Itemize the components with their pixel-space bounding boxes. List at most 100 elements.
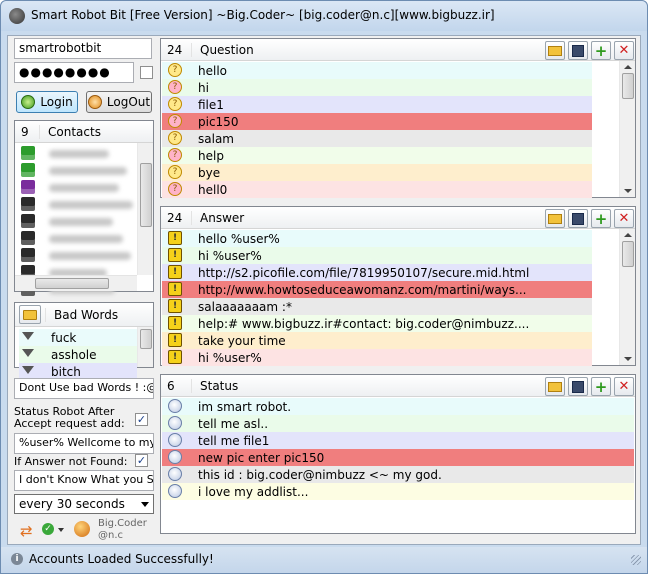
contacts-vscrollbar[interactable] xyxy=(137,143,153,275)
questions-vscrollbar[interactable] xyxy=(619,61,635,197)
title-bar[interactable]: Smart Robot Bit [Free Version] ~Big.Code… xyxy=(1,1,647,31)
question-bubble-icon: ? xyxy=(168,182,182,196)
info-icon: i xyxy=(11,553,23,565)
statuses-save-button[interactable] xyxy=(568,377,588,396)
statuses-row[interactable]: new pic enter pic150 xyxy=(162,449,634,466)
password-input[interactable]: ●●●●●●●● xyxy=(14,62,134,83)
question-bubble-icon: ? xyxy=(168,97,182,111)
answers-save-button[interactable] xyxy=(568,209,588,228)
questions-add-button[interactable]: + xyxy=(591,41,611,60)
contact-name-redacted xyxy=(49,150,109,158)
questions-row[interactable]: ? salam xyxy=(162,130,592,147)
statuses-delete-button[interactable]: ✕ xyxy=(614,377,634,396)
questions-row[interactable]: ? hell0 xyxy=(162,181,592,198)
status-check-icon xyxy=(168,399,182,413)
status-after-accept-label-line2: Accept request add: xyxy=(14,417,125,430)
folder-icon xyxy=(548,381,562,392)
questions-delete-button[interactable]: ✕ xyxy=(614,41,634,60)
answers-delete-button[interactable]: ✕ xyxy=(614,209,634,228)
bad-words-vscrollbar[interactable] xyxy=(137,327,153,367)
resize-grip-icon[interactable] xyxy=(631,555,641,565)
plus-icon: + xyxy=(594,41,608,60)
bad-word-item[interactable]: asshole xyxy=(19,346,137,363)
contact-item[interactable] xyxy=(19,213,139,230)
contacts-scroll-thumb[interactable] xyxy=(140,163,152,227)
scroll-down-arrow-icon[interactable] xyxy=(624,189,632,193)
scroll-down-arrow-icon[interactable] xyxy=(624,357,632,361)
scroll-up-arrow-icon[interactable] xyxy=(624,65,632,69)
status-bar: i Accounts Loaded Successfully! xyxy=(1,547,647,573)
contact-item[interactable] xyxy=(19,162,139,179)
contact-item[interactable] xyxy=(19,179,139,196)
answers-row[interactable]: ! hello %user% xyxy=(162,230,592,247)
questions-row[interactable]: ? file1 xyxy=(162,96,592,113)
interval-select[interactable]: every 30 seconds xyxy=(14,494,154,514)
contacts-hscroll-thumb[interactable] xyxy=(35,278,109,289)
questions-row[interactable]: ? help xyxy=(162,147,592,164)
close-icon: ✕ xyxy=(618,211,630,226)
status-after-accept-checkbox[interactable]: ✓ xyxy=(135,413,148,426)
answers-row[interactable]: ! hi %user% xyxy=(162,349,592,366)
answers-open-button[interactable] xyxy=(545,209,565,228)
author-avatar xyxy=(74,521,90,537)
remember-checkbox[interactable] xyxy=(140,66,153,79)
plus-icon: + xyxy=(594,209,608,228)
statuses-add-button[interactable]: + xyxy=(591,377,611,396)
bad-words-warning-input[interactable]: Dont Use bad Words ! :@ ... xyxy=(14,378,154,399)
question-bubble-icon: ? xyxy=(168,80,182,94)
contact-item[interactable] xyxy=(19,196,139,213)
user-icon xyxy=(21,146,35,160)
username-input[interactable]: smartrobotbit xyxy=(14,38,152,59)
questions-open-button[interactable] xyxy=(545,41,565,60)
status-dropdown-arrow-icon[interactable] xyxy=(58,528,64,532)
questions-header: 24 Question + ✕ xyxy=(161,39,635,61)
no-answer-checkbox[interactable]: ✓ xyxy=(135,454,148,467)
contacts-hscrollbar[interactable] xyxy=(15,275,137,291)
questions-row[interactable]: ? pic150 xyxy=(162,113,592,130)
questions-title: Question xyxy=(191,43,254,57)
answers-row[interactable]: ! take your time xyxy=(162,332,592,349)
answers-row[interactable]: ! salaaaaaaam :* xyxy=(162,298,592,315)
answers-scroll-thumb[interactable] xyxy=(622,241,634,267)
statuses-row[interactable]: i love my addlist... xyxy=(162,483,634,500)
status-message: Accounts Loaded Successfully! xyxy=(29,552,214,566)
contact-name-redacted xyxy=(49,167,127,175)
questions-row[interactable]: ? hello xyxy=(162,62,592,79)
statuses-row[interactable]: im smart robot. xyxy=(162,398,634,415)
chevron-down-icon xyxy=(141,502,149,507)
answers-row[interactable]: ! http://s2.picofile.com/file/7819950107/… xyxy=(162,264,592,281)
welcome-message-input[interactable]: %user% Wellcome to my addlist xyxy=(14,433,154,454)
statuses-row-text: tell me asl.. xyxy=(198,417,269,431)
questions-save-button[interactable] xyxy=(568,41,588,60)
answers-vscrollbar[interactable] xyxy=(619,229,635,365)
contact-item[interactable] xyxy=(19,145,139,162)
statuses-row[interactable]: this id : big.coder@nimbuzz <~ my god. xyxy=(162,466,634,483)
answers-row[interactable]: ! hi %user% xyxy=(162,247,592,264)
answers-row[interactable]: ! http://www.howtoseduceawomanz.com/marti… xyxy=(162,281,592,298)
questions-scroll-thumb[interactable] xyxy=(622,73,634,99)
logout-button[interactable]: LogOut xyxy=(86,91,152,113)
online-status-icon[interactable]: ✓ xyxy=(42,523,54,535)
contact-item[interactable] xyxy=(19,247,139,264)
answers-add-button[interactable]: + xyxy=(591,209,611,228)
contact-item[interactable] xyxy=(19,230,139,247)
bad-word-item[interactable]: fuck xyxy=(19,329,137,346)
questions-row[interactable]: ? hi xyxy=(162,79,592,96)
statuses-row[interactable]: tell me file1 xyxy=(162,432,634,449)
refresh-icon[interactable]: ⇄ xyxy=(20,522,33,540)
scroll-up-arrow-icon[interactable] xyxy=(624,233,632,237)
no-answer-input[interactable]: I don't Know What you Say. xyxy=(14,470,154,491)
question-bubble-icon: ? xyxy=(168,165,182,179)
folder-icon xyxy=(548,213,562,224)
questions-row[interactable]: ? bye xyxy=(162,164,592,181)
answers-row-text: hi %user% xyxy=(198,249,262,263)
login-button[interactable]: Login xyxy=(16,91,78,113)
statuses-row[interactable]: tell me asl.. xyxy=(162,415,634,432)
statuses-open-button[interactable] xyxy=(545,377,565,396)
answers-row[interactable]: ! help:# www.bigbuzz.ir#contact: big.code… xyxy=(162,315,592,332)
contact-name-redacted xyxy=(49,252,131,260)
open-folder-button[interactable] xyxy=(19,305,41,324)
bad-words-scroll-thumb[interactable] xyxy=(140,329,152,349)
window-title: Smart Robot Bit [Free Version] ~Big.Code… xyxy=(31,8,495,22)
status-after-accept-label: Status Robot After Accept request add: xyxy=(14,406,125,430)
